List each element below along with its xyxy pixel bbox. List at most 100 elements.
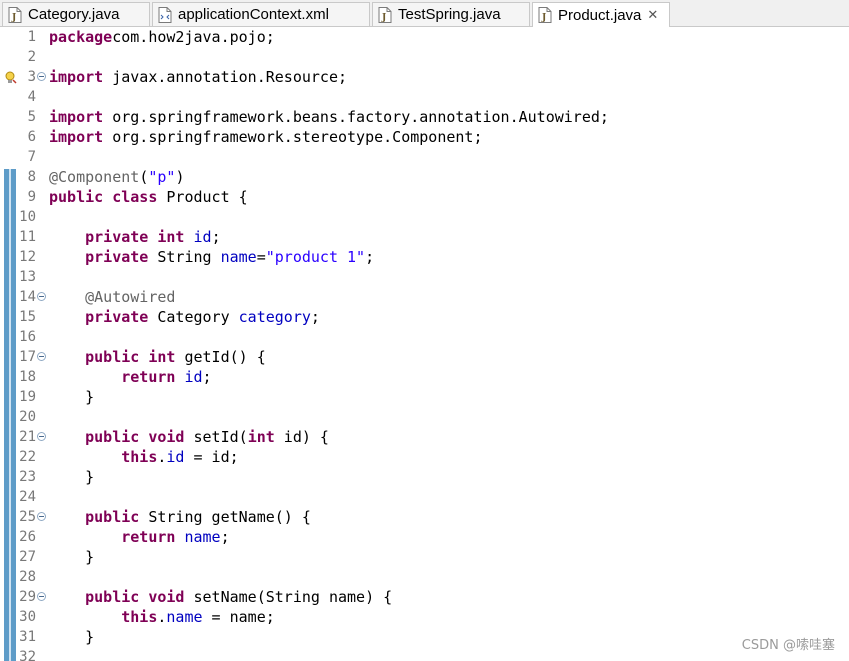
java-file-icon: J: [378, 6, 392, 23]
line-number: 26: [19, 529, 36, 545]
code-text: }: [49, 388, 95, 406]
code-text: }: [49, 468, 95, 486]
code-line[interactable]: 13: [0, 267, 849, 287]
line-number: 13: [19, 269, 36, 285]
code-line[interactable]: 14 @Autowired: [0, 287, 849, 307]
line-number: 19: [19, 389, 36, 405]
code-line[interactable]: 12 private String name="product 1";: [0, 247, 849, 267]
line-number: 23: [19, 469, 36, 485]
code-line[interactable]: 20: [0, 407, 849, 427]
code-text: private String name="product 1";: [85, 248, 375, 266]
java-file-icon: J: [8, 6, 22, 23]
code-text: }: [49, 628, 95, 646]
code-text: packagecom.how2java.pojo;: [49, 28, 275, 46]
line-number: 4: [27, 89, 36, 105]
tab-application-context-xml[interactable]: applicationContext.xml: [152, 2, 370, 26]
code-line[interactable]: 3 import javax.annotation.Resource;: [0, 67, 849, 87]
code-text: @Autowired: [85, 288, 176, 306]
tab-test-spring-java[interactable]: J TestSpring.java: [372, 2, 530, 26]
line-number: 6: [27, 129, 36, 145]
code-line[interactable]: 17 public int getId() {: [0, 347, 849, 367]
warning-lightbulb-icon[interactable]: [4, 71, 17, 84]
code-line[interactable]: 32: [0, 647, 849, 661]
code-text: public class Product {: [49, 188, 248, 206]
fold-collapse-icon[interactable]: [37, 72, 46, 81]
code-line[interactable]: 30 this.name = name;: [0, 607, 849, 627]
code-line[interactable]: 21 public void setId(int id) {: [0, 427, 849, 447]
code-line[interactable]: 6 import org.springframework.stereotype.C…: [0, 127, 849, 147]
line-number: 2: [27, 49, 36, 65]
code-line[interactable]: 7: [0, 147, 849, 167]
code-text: public String getName() {: [85, 508, 311, 526]
code-text: private Category category;: [85, 308, 320, 326]
line-number: 22: [19, 449, 36, 465]
code-text: public void setId(int id) {: [85, 428, 329, 446]
code-text: import org.springframework.beans.factory…: [49, 108, 609, 126]
line-number: 28: [19, 569, 36, 585]
code-line[interactable]: 24: [0, 487, 849, 507]
code-text: this.name = name;: [121, 608, 275, 626]
code-line[interactable]: 11 private int id;: [0, 227, 849, 247]
code-line[interactable]: 2: [0, 47, 849, 67]
code-line[interactable]: 27 }: [0, 547, 849, 567]
code-text: this.id = id;: [121, 448, 239, 466]
line-number: 18: [19, 369, 36, 385]
code-text: public void setName(String name) {: [85, 588, 393, 606]
xml-file-icon: [158, 6, 172, 23]
line-number: 1: [27, 29, 36, 45]
code-line[interactable]: 16: [0, 327, 849, 347]
line-number: 9: [27, 189, 36, 205]
editor-tab-bar: J Category.java applicationContext.xml J…: [0, 0, 849, 27]
line-number: 29: [19, 589, 36, 605]
code-text: private int id;: [85, 228, 221, 246]
code-line[interactable]: 9 public class Product {: [0, 187, 849, 207]
tab-label: TestSpring.java: [398, 6, 501, 23]
line-number: 30: [19, 609, 36, 625]
code-line[interactable]: 5 import org.springframework.beans.factor…: [0, 107, 849, 127]
line-number: 21: [19, 429, 36, 445]
line-number: 5: [27, 109, 36, 125]
fold-collapse-icon[interactable]: [37, 292, 46, 301]
code-line[interactable]: 31 }: [0, 627, 849, 647]
tab-label: Product.java: [558, 6, 642, 24]
svg-text:J: J: [541, 13, 546, 23]
line-number: 27: [19, 549, 36, 565]
svg-text:J: J: [11, 13, 16, 23]
code-line[interactable]: 4: [0, 87, 849, 107]
line-number: 31: [19, 629, 36, 645]
code-line[interactable]: 19 }: [0, 387, 849, 407]
code-line[interactable]: 29 public void setName(String name) {: [0, 587, 849, 607]
code-editor[interactable]: 1 packagecom.how2java.pojo; 2 3 import javax…: [0, 27, 849, 661]
code-line[interactable]: 18 return id;: [0, 367, 849, 387]
java-file-icon: J: [538, 7, 552, 23]
fold-collapse-icon[interactable]: [37, 432, 46, 441]
line-number: 11: [19, 229, 36, 245]
tab-category-java[interactable]: J Category.java: [2, 2, 150, 26]
fold-collapse-icon[interactable]: [37, 512, 46, 521]
code-line[interactable]: 15 private Category category;: [0, 307, 849, 327]
code-text: }: [49, 548, 95, 566]
line-number: 16: [19, 329, 36, 345]
fold-collapse-icon[interactable]: [37, 592, 46, 601]
code-text: import org.springframework.stereotype.Co…: [49, 128, 483, 146]
code-line[interactable]: 22 this.id = id;: [0, 447, 849, 467]
code-line[interactable]: 8 @Component("p"): [0, 167, 849, 187]
tab-label: applicationContext.xml: [178, 6, 329, 23]
code-line[interactable]: 10: [0, 207, 849, 227]
line-number: 24: [19, 489, 36, 505]
line-number: 20: [19, 409, 36, 425]
code-line[interactable]: 25 public String getName() {: [0, 507, 849, 527]
close-icon[interactable]: ✕: [647, 8, 658, 23]
line-number: 7: [27, 149, 36, 165]
fold-collapse-icon[interactable]: [37, 352, 46, 361]
code-line[interactable]: 1 packagecom.how2java.pojo;: [0, 27, 849, 47]
code-text: @Component("p"): [49, 168, 185, 186]
tab-product-java[interactable]: J Product.java ✕: [532, 2, 670, 27]
line-number: 15: [19, 309, 36, 325]
line-number: 3: [27, 69, 36, 85]
line-number: 14: [19, 289, 36, 305]
code-line[interactable]: 23 }: [0, 467, 849, 487]
code-line[interactable]: 26 return name;: [0, 527, 849, 547]
code-line[interactable]: 28: [0, 567, 849, 587]
svg-text:J: J: [381, 13, 386, 23]
